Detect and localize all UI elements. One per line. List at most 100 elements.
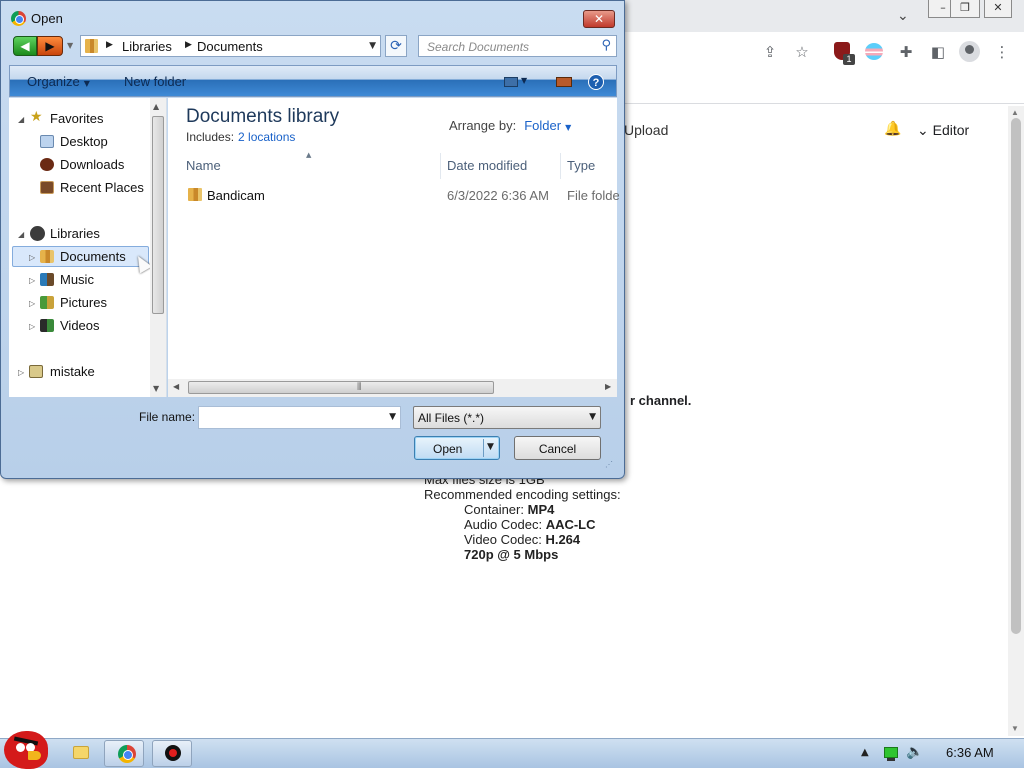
file-name-dropdown-icon[interactable]: ▼: [389, 412, 396, 422]
file-type: File folder: [567, 188, 619, 203]
column-header-name[interactable]: Name: [182, 153, 441, 179]
nav-scrollbar[interactable]: ▲ ▼: [150, 98, 166, 397]
file-type-dropdown-icon[interactable]: ▼: [589, 412, 596, 422]
nav-libraries[interactable]: Libraries: [50, 226, 100, 241]
share-icon[interactable]: ⇪: [760, 42, 780, 62]
address-dropdown-icon[interactable]: ▼: [369, 41, 376, 51]
nav-music[interactable]: Music: [60, 272, 94, 287]
column-header-type[interactable]: Type: [561, 153, 617, 179]
organize-menu[interactable]: Organize ▼: [27, 74, 90, 89]
start-button-angry-bird-icon[interactable]: [4, 731, 48, 769]
video-codec-value: H.264: [545, 532, 581, 547]
speaker-icon[interactable]: 🔈: [906, 744, 923, 760]
nav-pictures[interactable]: Pictures: [60, 295, 107, 310]
profile-avatar-icon[interactable]: [959, 41, 980, 62]
bird-beak: [28, 751, 41, 760]
collapse-arrow-icon[interactable]: ◢: [18, 230, 24, 239]
audio-codec-value: AAC-LC: [545, 517, 596, 532]
expand-arrow-icon[interactable]: ▷: [29, 276, 35, 285]
file-name-input[interactable]: ▼: [198, 406, 401, 429]
recent-locations-dropdown-icon[interactable]: ▼: [67, 41, 73, 50]
navigation-pane: ◢ ★ Favorites Desktop Downloads Recent P…: [9, 98, 167, 397]
arrange-dropdown-icon[interactable]: ▼: [565, 123, 571, 132]
nav-mistake[interactable]: mistake: [50, 364, 95, 379]
organize-label: Organize: [27, 74, 80, 89]
nav-scrollbar-thumb[interactable]: [152, 116, 164, 314]
open-dropdown-icon[interactable]: ▼: [487, 442, 494, 452]
dialog-close-button[interactable]: ✕: [583, 10, 615, 28]
pictures-library-icon: [40, 296, 54, 309]
open-button-label: Open: [433, 442, 463, 456]
favorites-star-icon: ★: [30, 109, 43, 125]
puzzle-icon[interactable]: ✚: [896, 42, 916, 62]
page-scrollbar-thumb[interactable]: [1011, 118, 1021, 634]
new-folder-button[interactable]: New folder: [124, 74, 186, 89]
breadcrumb-libraries[interactable]: Libraries: [122, 39, 172, 54]
open-button[interactable]: Open ▼: [414, 436, 500, 460]
change-view-icon[interactable]: [504, 77, 518, 87]
locations-link[interactable]: 2 locations: [238, 130, 295, 144]
file-row[interactable]: Bandicam 6/3/2022 6:36 AM File folder: [182, 184, 619, 206]
search-input[interactable]: Search Documents ⚲: [418, 35, 617, 57]
folder-icon[interactable]: [73, 746, 89, 759]
nav-recent-places[interactable]: Recent Places: [60, 180, 144, 195]
scroll-down-arrow-icon[interactable]: ▼: [1011, 724, 1019, 733]
cancel-button-label: Cancel: [538, 442, 577, 456]
column-header-date-modified[interactable]: Date modified: [441, 153, 561, 179]
scroll-grip-icon: ⦀: [357, 382, 362, 393]
refresh-icon[interactable]: ⟳: [385, 35, 407, 57]
scroll-down-arrow-icon[interactable]: ▼: [153, 384, 159, 393]
arrange-by-dropdown[interactable]: Folder: [524, 118, 561, 133]
nav-downloads[interactable]: Downloads: [60, 157, 124, 172]
chrome-icon: [118, 745, 136, 763]
help-icon[interactable]: ?: [588, 74, 604, 90]
network-icon[interactable]: [884, 747, 898, 758]
collapse-arrow-icon[interactable]: ◢: [18, 115, 24, 124]
nav-desktop[interactable]: Desktop: [60, 134, 108, 149]
restore-icon[interactable]: ❐: [950, 0, 980, 18]
music-library-icon: [40, 273, 54, 286]
scroll-up-arrow-icon[interactable]: ▲: [1011, 108, 1019, 117]
nav-favorites[interactable]: Favorites: [50, 111, 103, 126]
preview-pane-icon[interactable]: [556, 77, 572, 87]
bell-icon[interactable]: 🔔: [884, 121, 901, 137]
expand-arrow-icon[interactable]: ▷: [29, 299, 35, 308]
close-icon[interactable]: ✕: [984, 0, 1012, 18]
back-arrow-icon[interactable]: ◀: [13, 36, 37, 56]
nav-videos[interactable]: Videos: [60, 318, 100, 333]
expand-arrow-icon[interactable]: ▷: [18, 368, 24, 377]
upload-link[interactable]: Upload: [624, 122, 668, 138]
breadcrumb-documents[interactable]: Documents: [197, 39, 263, 54]
breadcrumb-arrow-icon[interactable]: ▶: [106, 40, 113, 50]
scroll-left-arrow-icon[interactable]: ◀: [173, 382, 179, 391]
expand-arrow-icon[interactable]: ▷: [29, 322, 35, 331]
file-horizontal-scrollbar[interactable]: ◀ ⦀ ▶: [168, 379, 617, 397]
show-hidden-icons-icon[interactable]: ▲: [861, 747, 869, 758]
library-includes: Includes: 2 locations: [186, 130, 295, 144]
breadcrumb-arrow-icon[interactable]: ▶: [185, 40, 192, 50]
scroll-right-arrow-icon[interactable]: ▶: [605, 382, 611, 391]
resize-grip-icon[interactable]: ⋰: [605, 461, 614, 469]
page-scrollbar[interactable]: ▲ ▼: [1008, 106, 1024, 736]
more-vert-icon[interactable]: ⋮: [992, 42, 1012, 62]
address-bar[interactable]: ▶ Libraries ▶ Documents ▼: [80, 35, 381, 57]
horizontal-scrollbar-thumb[interactable]: ⦀: [188, 381, 494, 394]
file-type-select[interactable]: All Files (*.*) ▼: [413, 406, 601, 429]
view-dropdown-icon[interactable]: ▼: [521, 76, 527, 85]
expand-arrow-icon[interactable]: ▷: [29, 253, 35, 262]
scroll-up-arrow-icon[interactable]: ▲: [153, 102, 159, 111]
videos-library-icon: [40, 319, 54, 332]
cancel-button[interactable]: Cancel: [514, 436, 601, 460]
quality-value: 720p @ 5 Mbps: [464, 547, 559, 562]
clock[interactable]: 6:36 AM: [946, 745, 994, 760]
editor-label: Editor: [932, 122, 970, 138]
side-panel-icon[interactable]: ◧: [928, 42, 948, 62]
forward-arrow-icon[interactable]: ▶: [37, 36, 63, 56]
tab-search-chevron-down-icon[interactable]: ⌄: [897, 8, 909, 24]
star-icon[interactable]: ☆: [792, 42, 812, 62]
nav-documents[interactable]: Documents: [60, 249, 126, 264]
search-icon[interactable]: ⚲: [601, 38, 611, 53]
transgender-flag-extension-icon[interactable]: [865, 43, 883, 60]
file-name[interactable]: Bandicam: [207, 188, 437, 203]
editor-menu[interactable]: ⌄ Editor: [917, 122, 969, 139]
